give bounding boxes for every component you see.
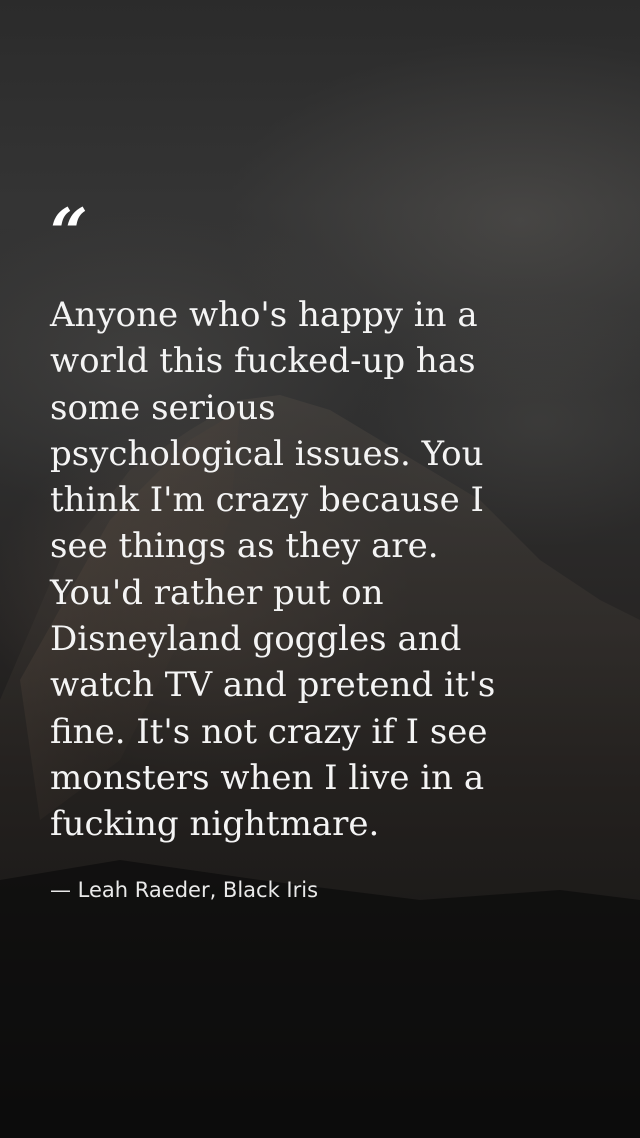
quote-mark-icon: “ <box>50 194 88 272</box>
quote-text: Anyone who's happy in a world this fucke… <box>50 295 496 845</box>
quote-attribution: — Leah Raeder, Black Iris <box>50 878 319 902</box>
